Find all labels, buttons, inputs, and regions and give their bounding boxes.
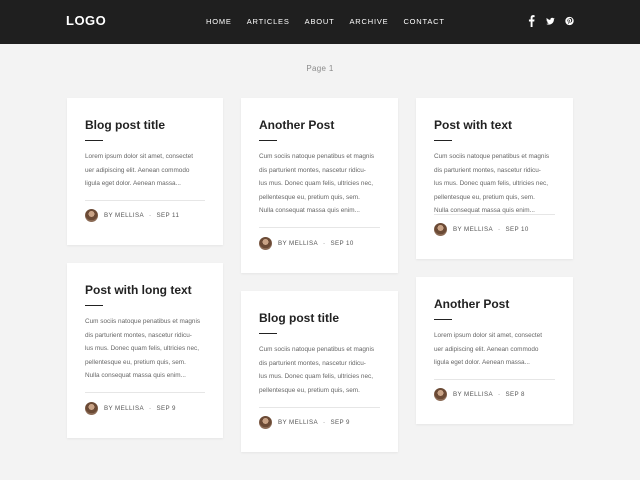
avatar	[259, 237, 272, 250]
page-indicator: Page 1	[306, 64, 334, 73]
post-meta: BY MELLISA · SEP 9	[85, 402, 176, 415]
logo[interactable]: LOGO	[66, 13, 106, 28]
meta-divider	[434, 379, 555, 380]
title-divider	[434, 319, 452, 320]
post-meta: BY MELLISA · SEP 9	[259, 416, 350, 429]
title-divider	[85, 305, 103, 306]
post-author[interactable]: BY MELLISA	[278, 419, 318, 426]
facebook-icon[interactable]	[527, 15, 536, 27]
meta-divider	[85, 200, 205, 201]
title-divider	[259, 140, 277, 141]
meta-divider	[434, 214, 555, 215]
post-excerpt: Cum sociis natoque penatibus et magnis d…	[434, 153, 550, 214]
avatar	[434, 388, 447, 401]
post-card[interactable]: Post with long text Cum sociis natoque p…	[67, 263, 223, 438]
post-card[interactable]: Blog post title Cum sociis natoque penat…	[241, 291, 398, 452]
post-title[interactable]: Blog post title	[259, 311, 339, 325]
title-divider	[434, 140, 452, 141]
title-divider	[85, 140, 103, 141]
meta-separator: ·	[498, 391, 501, 398]
post-date: SEP 9	[156, 405, 176, 412]
nav-archive[interactable]: ARCHIVE	[350, 17, 389, 29]
post-author[interactable]: BY MELLISA	[104, 212, 144, 219]
post-meta: BY MELLISA · SEP 10	[259, 237, 354, 250]
post-author[interactable]: BY MELLISA	[278, 240, 318, 247]
social-links	[527, 15, 574, 27]
meta-divider	[259, 227, 380, 228]
post-excerpt: Lorem ipsum dolor sit amet, consectet ue…	[434, 332, 542, 366]
post-author[interactable]: BY MELLISA	[104, 405, 144, 412]
top-navbar: LOGO HOME ARTICLES ABOUT ARCHIVE CONTACT	[0, 0, 640, 44]
nav-home[interactable]: HOME	[206, 17, 232, 29]
main-nav: HOME ARTICLES ABOUT ARCHIVE CONTACT	[206, 17, 460, 29]
meta-separator: ·	[149, 405, 152, 412]
meta-separator: ·	[498, 226, 501, 233]
post-card[interactable]: Another Post Cum sociis natoque penatibu…	[241, 98, 398, 273]
post-date: SEP 8	[505, 391, 525, 398]
meta-separator: ·	[149, 212, 152, 219]
avatar	[85, 209, 98, 222]
pinterest-icon[interactable]	[565, 15, 574, 27]
post-meta: BY MELLISA · SEP 10	[434, 223, 529, 236]
post-excerpt: Cum sociis natoque penatibus et magnis d…	[259, 153, 375, 214]
post-date: SEP 10	[330, 240, 354, 247]
post-excerpt: Cum sociis natoque penatibus et magnis d…	[259, 346, 375, 394]
post-title[interactable]: Post with long text	[85, 283, 192, 297]
avatar	[85, 402, 98, 415]
twitter-icon[interactable]	[546, 15, 555, 27]
post-date: SEP 9	[330, 419, 350, 426]
post-meta: BY MELLISA · SEP 11	[85, 209, 179, 222]
post-date: SEP 10	[505, 226, 529, 233]
nav-articles[interactable]: ARTICLES	[247, 17, 290, 29]
post-title[interactable]: Another Post	[259, 118, 334, 132]
post-excerpt: Lorem ipsum dolor sit amet, consectet ue…	[85, 153, 193, 187]
meta-divider	[85, 392, 205, 393]
avatar	[434, 223, 447, 236]
meta-separator: ·	[323, 240, 326, 247]
nav-about[interactable]: ABOUT	[305, 17, 335, 29]
post-meta: BY MELLISA · SEP 8	[434, 388, 525, 401]
meta-divider	[259, 407, 380, 408]
title-divider	[259, 333, 277, 334]
post-title[interactable]: Blog post title	[85, 118, 165, 132]
post-card[interactable]: Blog post title Lorem ipsum dolor sit am…	[67, 98, 223, 245]
post-author[interactable]: BY MELLISA	[453, 226, 493, 233]
nav-contact[interactable]: CONTACT	[403, 17, 444, 29]
post-date: SEP 11	[156, 212, 180, 219]
post-title[interactable]: Another Post	[434, 297, 509, 311]
avatar	[259, 416, 272, 429]
post-title[interactable]: Post with text	[434, 118, 512, 132]
post-card[interactable]: Another Post Lorem ipsum dolor sit amet,…	[416, 277, 573, 424]
post-card[interactable]: Post with text Cum sociis natoque penati…	[416, 98, 573, 259]
post-author[interactable]: BY MELLISA	[453, 391, 493, 398]
meta-separator: ·	[323, 419, 326, 426]
post-excerpt: Cum sociis natoque penatibus et magnis d…	[85, 318, 201, 379]
